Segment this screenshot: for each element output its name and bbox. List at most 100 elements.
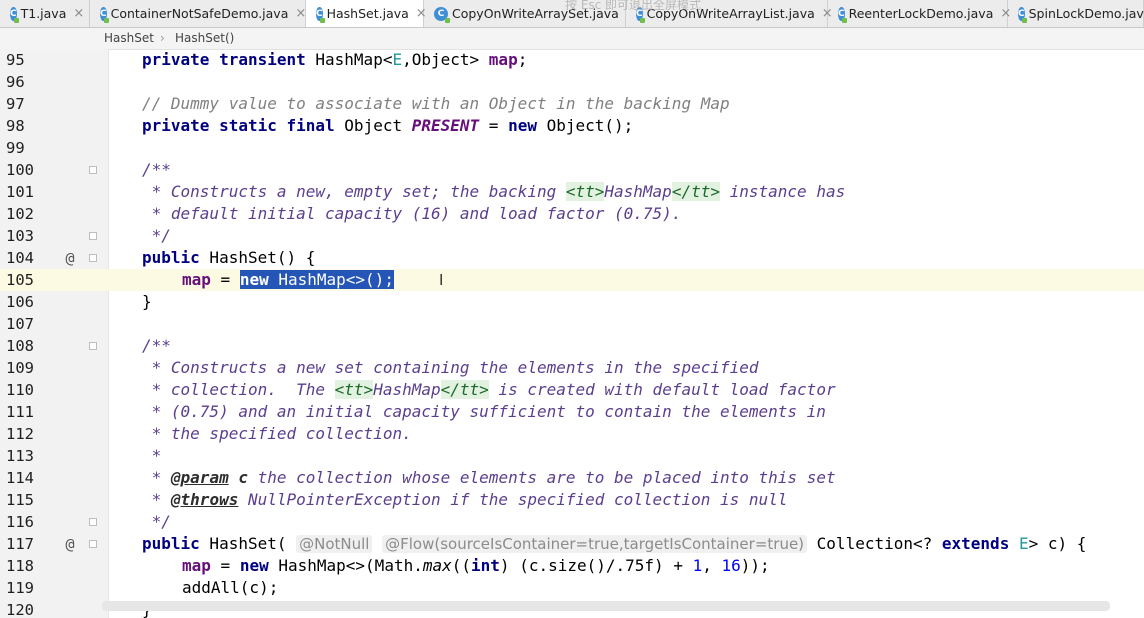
fold-marker-icon[interactable] xyxy=(89,342,97,350)
line-number: 99 xyxy=(6,139,25,157)
code-line[interactable]: 116 */ xyxy=(0,511,1144,533)
tab-t1[interactable]: C T1.java × xyxy=(0,0,90,27)
line-number: 106 xyxy=(6,293,34,311)
javadoc-close: */ xyxy=(142,226,171,245)
code-line[interactable]: 108 /** xyxy=(0,335,1144,357)
tab-reenterlockdemo[interactable]: C ReenterLockDemo.java × xyxy=(828,0,1011,27)
breadcrumb: HashSet › HashSet() xyxy=(0,28,1144,50)
line-number: 113 xyxy=(6,447,34,465)
javadoc-text: * @throws NullPointerException if the sp… xyxy=(142,490,788,509)
line-number: 102 xyxy=(6,205,34,223)
line-number: 111 xyxy=(6,403,34,421)
at-sign-icon[interactable]: @ xyxy=(62,247,78,269)
code-line[interactable]: 107 xyxy=(0,313,1144,335)
close-icon[interactable]: × xyxy=(295,6,306,21)
ibeam-cursor-icon: I xyxy=(439,271,444,289)
text-selection[interactable]: new HashMap<>(); xyxy=(239,270,394,289)
line-content: map = new HashMap<>(Math.max((int) (c.si… xyxy=(182,556,770,575)
code-line[interactable]: 113 * xyxy=(0,445,1144,467)
fold-marker-icon[interactable] xyxy=(89,540,97,548)
breadcrumb-class[interactable]: HashSet xyxy=(104,28,154,49)
code-line[interactable]: 97 // Dummy value to associate with an O… xyxy=(0,93,1144,115)
line-number: 116 xyxy=(6,513,34,531)
at-sign-icon[interactable]: @ xyxy=(62,533,78,555)
close-icon[interactable]: × xyxy=(73,6,84,21)
line-number: 96 xyxy=(6,73,25,91)
javadoc-text: * xyxy=(142,446,162,465)
javadoc-text: * Constructs a new set containing the el… xyxy=(142,358,759,377)
line-number: 109 xyxy=(6,359,34,377)
code-line[interactable]: 98 private static final Object PRESENT =… xyxy=(0,115,1144,137)
line-number: 104 xyxy=(6,249,34,267)
code-line[interactable]: 112 * the specified collection. xyxy=(0,423,1144,445)
javadoc-text: * the specified collection. xyxy=(142,424,412,443)
code-line[interactable]: 95 private transient HashMap<E,Object> m… xyxy=(0,49,1144,71)
java-class-icon: C xyxy=(1018,6,1027,23)
tab-hashset[interactable]: C HashSet.java × xyxy=(306,0,427,27)
breadcrumb-method[interactable]: HashSet() xyxy=(175,28,234,49)
code-editor[interactable]: 95 private transient HashMap<E,Object> m… xyxy=(0,49,1144,618)
javadoc-text: * @param c the collection whose elements… xyxy=(142,468,836,487)
java-class-icon: C xyxy=(10,6,19,23)
line-content: addAll(c); xyxy=(182,578,279,597)
line-number: 115 xyxy=(6,491,34,509)
breadcrumb-separator: › xyxy=(160,31,165,45)
fold-marker-icon[interactable] xyxy=(89,254,97,262)
line-number: 114 xyxy=(6,469,34,487)
line-number: 110 xyxy=(6,381,34,399)
javadoc-text: * collection. The <tt>HashMap</tt> is cr… xyxy=(142,380,836,399)
javadoc-text: * (0.75) and an initial capacity suffici… xyxy=(142,402,826,421)
line-number: 105 xyxy=(6,271,34,289)
code-line[interactable]: 106 } xyxy=(0,291,1144,313)
line-number: 112 xyxy=(6,425,34,443)
code-line[interactable]: 100 /** xyxy=(0,159,1144,181)
line-number: 101 xyxy=(6,183,34,201)
line-number: 117 xyxy=(6,535,34,553)
javadoc-text: * default initial capacity (16) and load… xyxy=(142,204,682,223)
code-line[interactable]: 114 * @param c the collection whose elem… xyxy=(0,467,1144,489)
javadoc-close: */ xyxy=(142,512,171,531)
code-line[interactable]: 119 addAll(c); xyxy=(0,577,1144,599)
inferred-annotation: @Flow(sourceIsContainer=true,targetIsCon… xyxy=(382,535,808,553)
current-code-line[interactable]: 105 map = new HashMap<>(); I xyxy=(0,269,1144,291)
line-number: 118 xyxy=(6,557,34,575)
fold-marker-icon[interactable] xyxy=(89,518,97,526)
line-comment: // Dummy value to associate with an Obje… xyxy=(142,94,730,113)
horizontal-scrollbar[interactable] xyxy=(102,601,1110,611)
code-line[interactable]: 99 xyxy=(0,137,1144,159)
fold-marker-icon[interactable] xyxy=(89,232,97,240)
java-class-icon: C xyxy=(838,6,847,23)
code-line[interactable]: 115 * @throws NullPointerException if th… xyxy=(0,489,1144,511)
tab-label: ContainerNotSafeDemo.java xyxy=(110,6,289,21)
code-line[interactable]: 117 @ public HashSet( @NotNull @Flow(sou… xyxy=(0,533,1144,555)
tab-containernotsafedemo[interactable]: C ContainerNotSafeDemo.java × xyxy=(90,0,306,27)
line-content: public HashSet( @NotNull @Flow(sourceIsC… xyxy=(142,534,1087,553)
code-line[interactable]: 109 * Constructs a new set containing th… xyxy=(0,357,1144,379)
line-content: map = new HashMap<>(); xyxy=(182,270,394,289)
line-number: 97 xyxy=(6,95,25,113)
line-number: 100 xyxy=(6,161,34,179)
java-class-icon: C xyxy=(100,6,109,23)
inferred-annotation: @NotNull xyxy=(296,535,373,553)
code-line[interactable]: 110 * collection. The <tt>HashMap</tt> i… xyxy=(0,379,1144,401)
code-line[interactable]: 118 map = new HashMap<>(Math.max((int) (… xyxy=(0,555,1144,577)
code-line[interactable]: 101 * Constructs a new, empty set; the b… xyxy=(0,181,1144,203)
code-line[interactable]: 103 */ xyxy=(0,225,1144,247)
code-line[interactable]: 104 @ public HashSet() { xyxy=(0,247,1144,269)
fold-marker-icon[interactable] xyxy=(89,166,97,174)
line-number: 108 xyxy=(6,337,34,355)
tab-label: SpinLockDemo.java xyxy=(1028,6,1144,21)
code-line[interactable]: 111 * (0.75) and an initial capacity suf… xyxy=(0,401,1144,423)
line-content: private static final Object PRESENT = ne… xyxy=(142,116,634,135)
tab-spinlockdemo[interactable]: C SpinLockDemo.java xyxy=(1008,0,1144,27)
fullscreen-hint: 按 Esc 即可退出全屏模式 xyxy=(565,0,702,10)
tab-label: T1.java xyxy=(20,6,67,21)
code-line[interactable]: 96 xyxy=(0,71,1144,93)
code-line[interactable]: 102 * default initial capacity (16) and … xyxy=(0,203,1144,225)
java-class-icon: C xyxy=(316,6,325,23)
line-number: 120 xyxy=(6,601,34,618)
line-content: public HashSet() { xyxy=(142,248,316,267)
line-number: 98 xyxy=(6,117,25,135)
tab-label: HashSet.java xyxy=(326,6,409,21)
javadoc-open: /** xyxy=(142,336,171,355)
